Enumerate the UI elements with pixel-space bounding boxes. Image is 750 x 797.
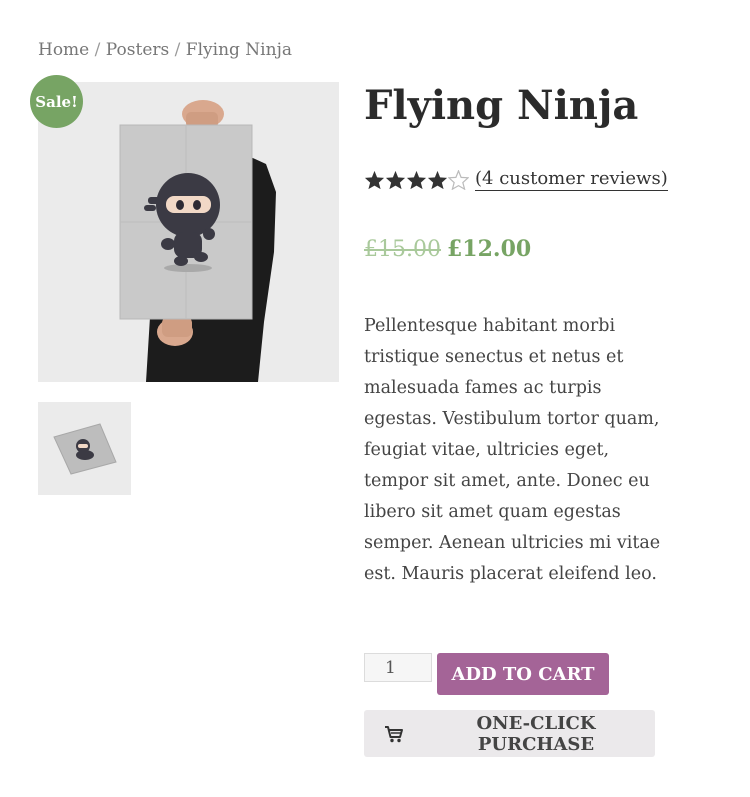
star-icon — [385, 170, 406, 189]
breadcrumb: Home / Posters / Flying Ninja — [38, 40, 292, 60]
quantity-input[interactable] — [364, 653, 432, 682]
sale-price: £12.00 — [446, 236, 532, 262]
product-price: £15.00 £12.00 — [364, 236, 531, 262]
add-to-cart-button[interactable]: ADD TO CART — [437, 653, 609, 695]
star-icon — [406, 170, 427, 189]
product-title: Flying Ninja — [364, 82, 639, 129]
sale-badge: Sale! — [30, 75, 83, 128]
star-rating — [364, 169, 469, 190]
one-click-purchase-label: ONE-CLICK PURCHASE — [476, 712, 596, 755]
one-click-purchase-button[interactable]: ONE-CLICK PURCHASE — [364, 710, 655, 757]
shopping-cart-icon — [384, 725, 404, 743]
breadcrumb-home-link[interactable]: Home — [38, 40, 89, 60]
thumbnail-photo — [38, 402, 131, 495]
breadcrumb-separator: / — [94, 40, 101, 60]
product-thumbnail[interactable] — [38, 402, 131, 495]
star-icon — [427, 170, 448, 189]
breadcrumb-separator: / — [174, 40, 181, 60]
breadcrumb-posters-link[interactable]: Posters — [106, 40, 169, 60]
star-outline-icon — [448, 169, 469, 190]
breadcrumb-current: Flying Ninja — [185, 40, 292, 60]
star-icon — [364, 170, 385, 189]
product-description: Pellentesque habitant morbi tristique se… — [364, 316, 661, 584]
product-rating: (4 customer reviews) — [364, 168, 668, 191]
product-main-image[interactable] — [38, 82, 339, 382]
customer-reviews-link[interactable]: (4 customer reviews) — [475, 168, 668, 191]
product-photo — [38, 82, 339, 382]
original-price: £15.00 — [364, 237, 441, 262]
